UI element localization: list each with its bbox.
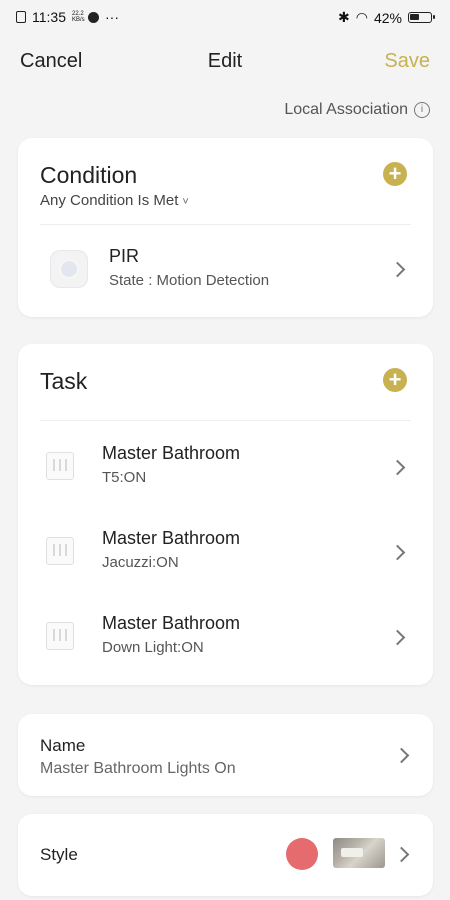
condition-device-name: PIR: [109, 246, 140, 266]
task-title: Task: [40, 368, 88, 394]
task-item[interactable]: Master Bathroom Jacuzzi:ON: [18, 511, 433, 591]
page-title: Edit: [207, 50, 243, 72]
task-device-name: Master Bathroom: [102, 528, 241, 548]
task-item[interactable]: Master Bathroom T5:ON: [18, 426, 433, 506]
nav-bar: Cancel Edit Save: [0, 44, 450, 80]
condition-mode-label: Any Condition Is Met: [40, 192, 179, 209]
name-value: Master Bathroom Lights On: [40, 760, 236, 777]
task-device-name: Master Bathroom: [102, 613, 241, 633]
status-bar: 11:35 22.2 KB/s ··· ✱ ◠ 42%: [0, 0, 450, 34]
local-association-label: Local Association: [284, 101, 408, 118]
battery-percent: 42%: [373, 9, 402, 26]
wall-switch-icon: [46, 622, 74, 650]
wall-switch-icon: [46, 452, 74, 480]
chevron-right-icon: [389, 261, 406, 278]
sim-icon: [16, 11, 26, 23]
style-label: Style: [40, 845, 78, 864]
style-image-thumbnail[interactable]: [333, 838, 385, 868]
chevron-right-icon: [389, 629, 406, 646]
wall-switch-icon: [46, 537, 74, 565]
info-icon[interactable]: i: [414, 102, 430, 118]
battery-icon: [408, 12, 435, 23]
chevron-right-icon: [393, 846, 410, 863]
condition-title: Condition: [40, 162, 138, 188]
style-color-swatch[interactable]: [286, 838, 318, 870]
task-device-action: Jacuzzi:ON: [102, 554, 179, 571]
task-card: Task + Master Bathroom T5:ON Master Bath…: [18, 344, 433, 685]
save-button[interactable]: Save: [384, 50, 430, 73]
task-item[interactable]: Master Bathroom Down Light:ON: [18, 596, 433, 676]
bluetooth-icon: ✱: [338, 9, 350, 25]
chevron-down-icon: ˅: [182, 196, 189, 208]
name-row[interactable]: Name Master Bathroom Lights On: [18, 714, 433, 796]
divider: [40, 420, 411, 421]
chevron-right-icon: [389, 544, 406, 561]
task-device-action: T5:ON: [102, 469, 147, 486]
app-notification-icon: [88, 11, 99, 23]
wifi-icon: ◠: [355, 9, 368, 25]
condition-device-state: State : Motion Detection: [109, 272, 270, 289]
condition-mode-dropdown[interactable]: Any Condition Is Met ˅: [40, 192, 189, 209]
style-row[interactable]: Style: [18, 814, 433, 896]
divider: [40, 224, 411, 225]
condition-item[interactable]: PIR State : Motion Detection: [18, 228, 433, 308]
add-task-button[interactable]: +: [383, 368, 407, 392]
motion-sensor-icon: [50, 250, 88, 288]
chevron-right-icon: [389, 459, 406, 476]
task-device-name: Master Bathroom: [102, 443, 241, 463]
add-condition-button[interactable]: +: [383, 162, 407, 186]
more-notifications-icon: ···: [105, 9, 119, 25]
condition-card: Condition + Any Condition Is Met ˅ PIR St…: [18, 138, 433, 317]
local-association[interactable]: Local Association i: [284, 101, 430, 119]
network-speed: 22.2 KB/s: [72, 11, 85, 23]
status-time: 11:35: [32, 9, 66, 25]
chevron-right-icon: [393, 747, 410, 764]
name-label: Name: [40, 736, 86, 755]
task-device-action: Down Light:ON: [102, 639, 204, 656]
